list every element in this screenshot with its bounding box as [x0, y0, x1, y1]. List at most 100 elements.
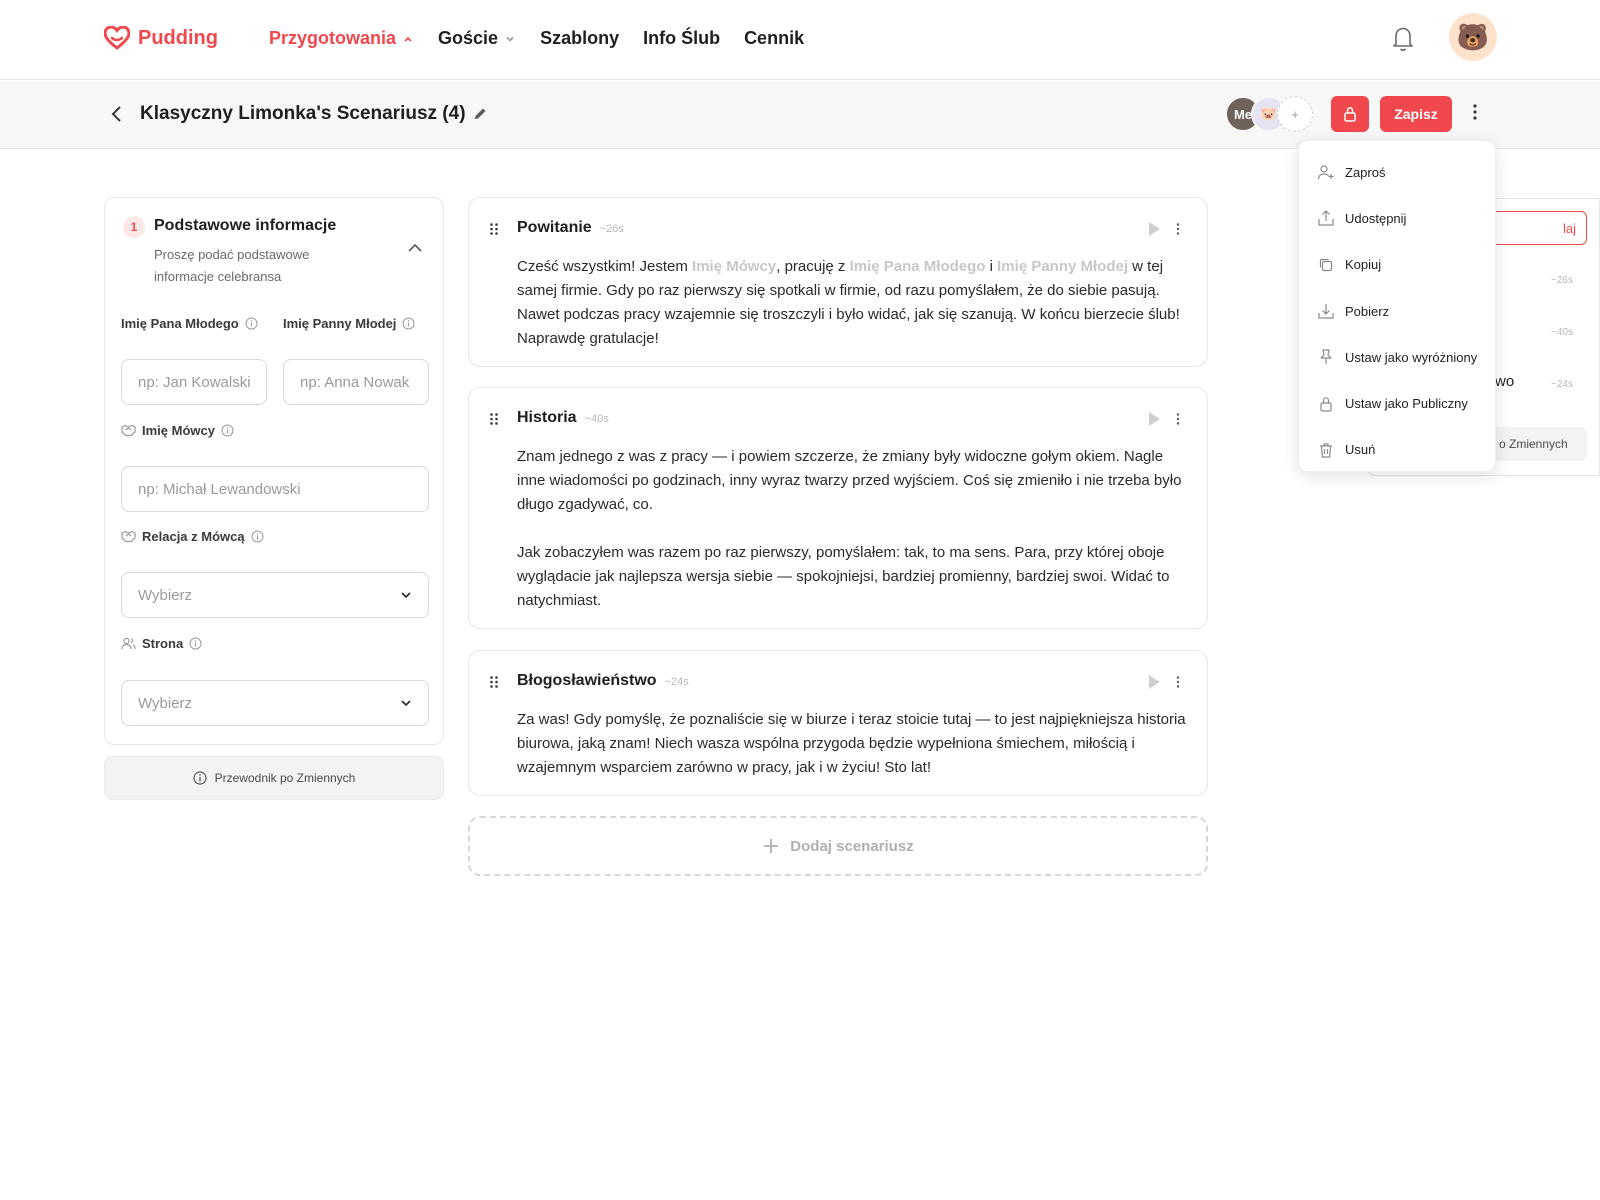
variables-guide-button[interactable]: Przewodnik po Zmiennych: [104, 756, 444, 800]
lock-button[interactable]: [1331, 96, 1369, 132]
info-icon: [193, 771, 207, 785]
menu-item-share[interactable]: Udostępnij: [1299, 195, 1495, 241]
plus-icon: [764, 839, 779, 853]
menu-item-download[interactable]: Pobierz: [1299, 288, 1495, 334]
menu-item-set-public[interactable]: Ustaw jako Publiczny: [1299, 380, 1495, 426]
variable-bride: Imię Panny Młodej: [997, 258, 1129, 275]
collaborators: Me 🐷 +: [1225, 96, 1313, 132]
bell-icon[interactable]: [1391, 25, 1415, 53]
top-navbar: Pudding Przygotowania Goście Szablony In…: [0, 0, 1600, 80]
user-avatar[interactable]: 🐻: [1449, 13, 1497, 61]
variable-speaker: Imię Mówcy: [692, 258, 777, 275]
add-script-button[interactable]: Dodaj scenariusz: [468, 816, 1208, 876]
script-card: Powitanie ~26s Cześć wszystkim! Jestem I…: [468, 197, 1208, 367]
body-paragraph: Za was! Gdy pomyślę, że poznaliście się …: [517, 711, 1186, 776]
save-button[interactable]: Zapisz: [1380, 96, 1452, 132]
card-duration: ~24s: [664, 676, 689, 688]
menu-item-label: Pobierz: [1345, 303, 1390, 319]
add-collaborator-button[interactable]: +: [1277, 96, 1313, 132]
nav-item-info-slub[interactable]: Info Ślub: [643, 28, 720, 49]
nav-item-label: Info Ślub: [643, 28, 721, 48]
add-script-label: Dodaj scenariusz: [790, 837, 914, 855]
nav-item-szablony[interactable]: Szablony: [540, 28, 619, 49]
variable-groom: Imię Pana Młodego: [849, 258, 986, 275]
info-icon[interactable]: [189, 637, 202, 650]
menu-item-label: Ustaw jako wyróżniony: [1345, 349, 1478, 365]
card-body[interactable]: Za was! Gdy pomyślę, że poznaliście się …: [517, 708, 1187, 780]
menu-item-invite[interactable]: Zaproś: [1299, 149, 1495, 195]
step-number: 1: [123, 216, 145, 238]
nav-item-goscie[interactable]: Goście: [438, 28, 516, 49]
select-value: Wybierz: [138, 694, 193, 712]
guide-label: Przewodnik po Zmiennych: [214, 771, 356, 785]
side-select[interactable]: Wybierz: [121, 680, 429, 726]
side-label: Strona: [121, 636, 202, 651]
drag-handle-icon[interactable]: [489, 412, 499, 426]
download-icon: [1318, 304, 1334, 319]
groom-name-input[interactable]: np: Jan Kowalski: [121, 359, 267, 405]
card-title-text: Błogosławieństwo: [517, 672, 657, 689]
handshake-icon: [121, 424, 136, 437]
bride-name-label: Imię Panny Młodej: [283, 316, 415, 331]
brand-logo[interactable]: Pudding: [104, 26, 218, 50]
menu-item-delete[interactable]: Usuń: [1299, 427, 1495, 473]
more-vertical-icon[interactable]: [1175, 222, 1181, 236]
body-paragraph: Jak zobaczyłem was razem po raz pierwszy…: [517, 544, 1170, 609]
outline-item-label[interactable]: wo: [1495, 373, 1514, 390]
info-icon[interactable]: [251, 530, 264, 543]
menu-item-set-featured[interactable]: Ustaw jako wyróżniony: [1299, 334, 1495, 380]
label-text: Imię Panny Młodej: [283, 316, 397, 331]
card-duration: ~26s: [599, 223, 624, 235]
speaker-name-input[interactable]: np: Michał Lewandowski: [121, 466, 429, 512]
page-title: Klasyczny Limonka's Scenariusz (4): [140, 103, 466, 124]
copy-icon: [1319, 258, 1333, 271]
info-icon[interactable]: [245, 317, 258, 330]
nav-item-przygotowania[interactable]: Przygotowania: [269, 28, 414, 49]
info-icon[interactable]: [402, 317, 415, 330]
card-body[interactable]: Znam jednego z was z pracy — i powiem sz…: [517, 445, 1187, 613]
share-icon: [1318, 210, 1334, 227]
body-text: Cześć wszystkim! Jestem: [517, 258, 693, 275]
nav-item-cennik[interactable]: Cennik: [744, 28, 804, 49]
chevron-up-icon[interactable]: [407, 242, 423, 254]
relation-label: Relacja z Mówcą: [121, 529, 264, 544]
play-icon[interactable]: [1146, 220, 1162, 238]
drag-handle-icon[interactable]: [489, 222, 499, 236]
back-arrow-icon[interactable]: [110, 105, 124, 123]
relation-select[interactable]: Wybierz: [121, 572, 429, 618]
chevron-up-icon: [404, 36, 412, 42]
pin-icon: [1320, 349, 1332, 365]
info-icon[interactable]: [221, 424, 234, 437]
menu-item-label: Zaproś: [1345, 164, 1386, 180]
section-subtitle: Proszę podać podstawowe informacje celeb…: [154, 247, 310, 284]
outline-duration: ~40s: [1551, 327, 1573, 338]
menu-item-label: Usuń: [1345, 442, 1376, 458]
card-body[interactable]: Cześć wszystkim! Jestem Imię Mówcy, prac…: [517, 255, 1187, 351]
bride-name-input[interactable]: np: Anna Nowak: [283, 359, 429, 405]
card-title-text: Powitanie: [517, 219, 592, 236]
pencil-icon[interactable]: [472, 106, 488, 122]
play-icon[interactable]: [1146, 410, 1162, 428]
play-icon[interactable]: [1146, 673, 1162, 691]
card-title: Powitanie ~26s: [517, 219, 624, 237]
lock-icon: [1320, 396, 1332, 412]
drag-handle-icon[interactable]: [489, 675, 499, 689]
label-text: Strona: [142, 636, 184, 651]
menu-item-label: Kopiuj: [1345, 257, 1382, 273]
groom-name-label: Imię Pana Młodego: [121, 316, 258, 331]
chevron-down-icon: [401, 592, 411, 599]
nav-item-label: Przygotowania: [269, 28, 397, 48]
more-vertical-icon[interactable]: [1175, 675, 1181, 689]
section-title: Podstawowe informacje: [154, 217, 337, 234]
body-text: i: [985, 258, 998, 275]
card-duration: ~40s: [584, 413, 609, 425]
more-vertical-icon[interactable]: [1472, 102, 1478, 122]
chevron-down-icon: [506, 36, 514, 42]
body-text: , pracuję z: [776, 258, 850, 275]
body-paragraph: Znam jednego z was z pracy — i powiem sz…: [517, 448, 1182, 513]
nav-item-label: Cennik: [744, 28, 805, 48]
select-value: Wybierz: [138, 586, 193, 604]
more-vertical-icon[interactable]: [1175, 412, 1181, 426]
nav-item-label: Goście: [438, 28, 499, 48]
menu-item-copy[interactable]: Kopiuj: [1299, 242, 1495, 288]
